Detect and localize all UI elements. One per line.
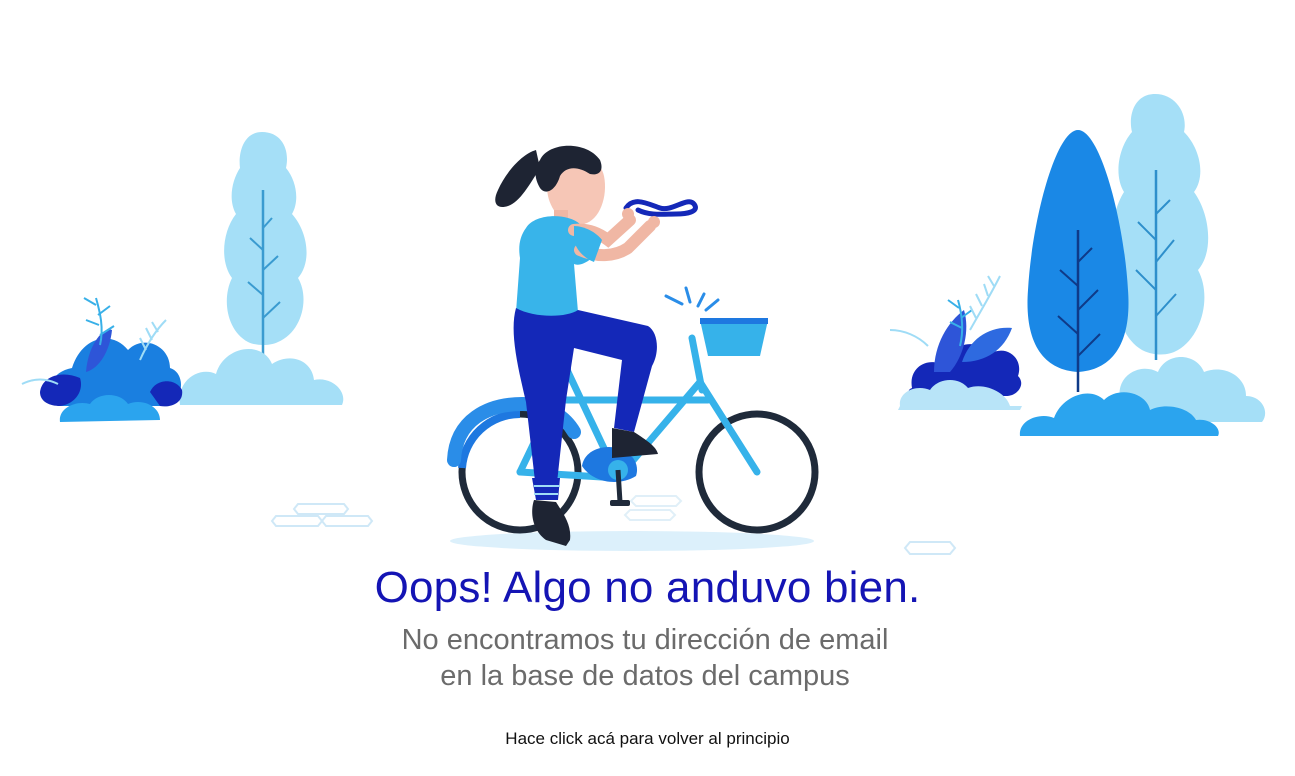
ground-tiles-right [903, 541, 957, 555]
right-bushes [1019, 357, 1266, 436]
right-tree-front [1027, 130, 1129, 392]
error-description-line-2: en la base de datos del campus [440, 660, 850, 692]
right-plant [889, 275, 1022, 410]
left-bush-back [179, 349, 344, 405]
rider [495, 145, 698, 546]
left-plants [21, 297, 183, 422]
ground-tiles-left [270, 503, 374, 527]
back-to-start-link[interactable]: Hace click acá para volver al principio [0, 729, 1295, 749]
error-description-line-1: No encontramos tu dirección de email [401, 624, 889, 656]
left-tree [224, 132, 307, 365]
ground-shadow [450, 531, 814, 551]
error-description: No encontramos tu dirección de email en … [380, 622, 910, 694]
ground-tiles-center [623, 495, 683, 521]
error-title: Oops! Algo no anduvo bien. [374, 563, 921, 612]
